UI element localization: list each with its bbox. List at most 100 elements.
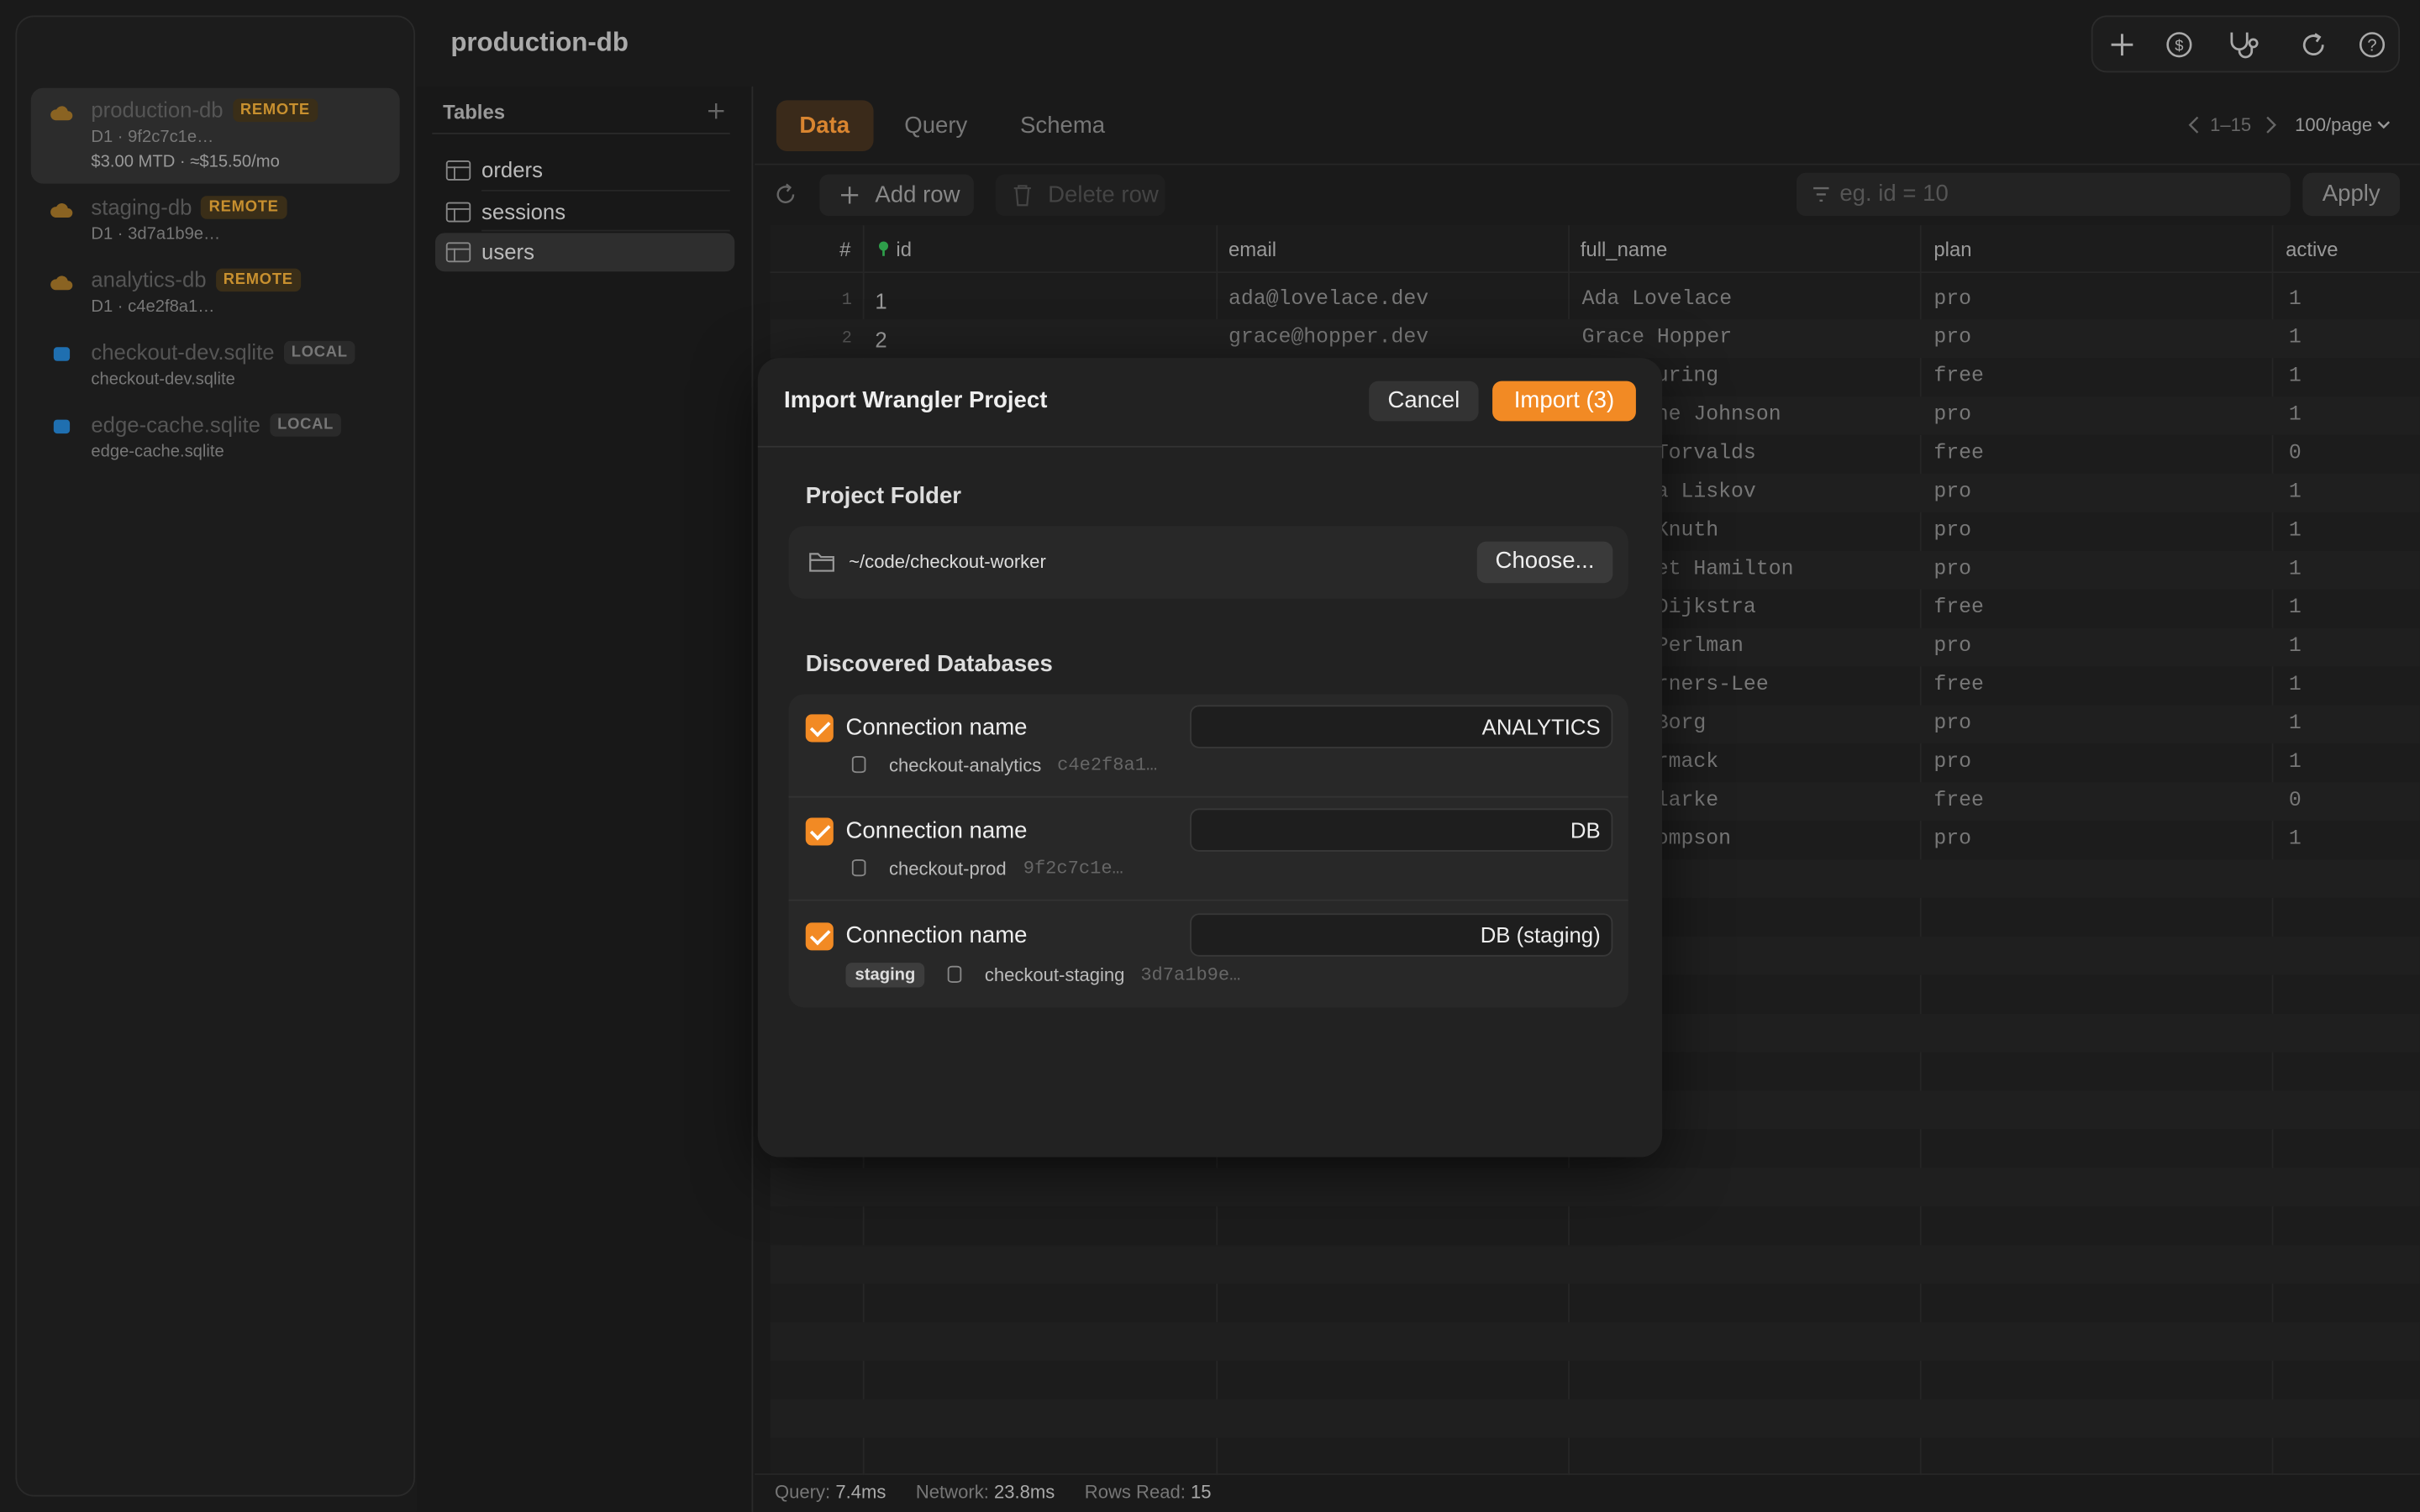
divider [757,445,1663,448]
per-page-label: 100/page [2295,113,2373,136]
remote-badge: REMOTE [215,268,301,292]
billing-icon[interactable]: $ [2165,31,2193,59]
connection-name-label: Connection name [845,922,1028,949]
delete-row-button[interactable]: Delete row [995,174,1165,217]
dialog-title: Import Wrangler Project [784,387,1048,414]
column-header-email[interactable]: email [1228,238,1276,261]
project-folder-row: ~/code/checkout-worker Choose... [788,526,1628,599]
status-bar: Query: 7.4ms Network: 23.8ms Rows Read: … [775,1481,1212,1503]
connection-name-input[interactable]: DB (staging) [1190,913,1613,957]
connection-name: production-db [91,97,224,123]
tab-data[interactable]: Data [776,100,873,151]
column-header-full-name[interactable]: full_name [1581,238,1668,261]
checkbox-db-staging[interactable] [805,922,834,951]
tab-schema[interactable]: Schema [997,100,1128,151]
tab-query[interactable]: Query [881,100,991,151]
table-cell: 1 [2288,828,2302,852]
table-cell: 1 [841,291,852,311]
table-cell: et Hamilton [1655,558,1794,582]
connection-detail: checkout-dev.sqlite [91,370,235,389]
refresh-icon[interactable] [773,182,797,207]
add-row-button[interactable]: Add row [819,174,974,217]
table-cell: 1 [2288,751,2302,775]
cancel-button[interactable]: Cancel [1369,381,1479,422]
connection-name: analytics-db [91,266,207,292]
connection-name-label: Connection name [845,817,1028,844]
table-cell: grace@hopper.dev [1228,327,1429,350]
divider [432,132,730,134]
connection-name-label: Connection name [845,714,1028,741]
table-label: orders [481,157,543,182]
table-item-orders[interactable]: orders [435,151,734,190]
connection-name-input[interactable]: DB [1190,808,1613,852]
table-cell: 0 [2288,443,2302,466]
column-header-id[interactable]: id [876,238,912,260]
local-badge: LOCAL [269,413,342,437]
table-cell: larke [1655,790,1719,813]
checkbox-db[interactable] [805,817,834,846]
apply-filter-button[interactable]: Apply [2302,172,2401,217]
column-header-active[interactable]: active [2286,238,2338,261]
local-badge: LOCAL [283,340,355,365]
connection-item-production-db[interactable]: production-db REMOTE D1 · 9f2c7c1e… $3.00… [30,87,400,184]
connection-name-input[interactable]: ANALYTICS [1190,705,1613,748]
table-cell: 1 [2288,481,2302,505]
table-cell: uring [1655,365,1719,389]
table-cell: free [1933,596,1984,621]
plus-icon[interactable] [2108,31,2136,59]
remote-badge: REMOTE [201,196,287,219]
key-icon [879,241,889,256]
column-header-index: # [839,237,851,261]
connection-item-checkout-dev[interactable]: checkout-dev.sqlite LOCAL checkout-dev.sq… [31,330,400,398]
cloud-icon [50,203,73,218]
table-cell: Knuth [1655,519,1719,543]
row-band [770,1168,2420,1207]
refresh-icon[interactable] [2300,31,2328,59]
choose-folder-button[interactable]: Choose... [1476,541,1613,584]
import-button[interactable]: Import (3) [1492,381,1636,422]
table-cell: 1 [2288,674,2302,698]
prev-page-icon[interactable] [2187,116,2202,134]
connection-item-staging-db[interactable]: staging-db REMOTE D1 · 3d7a1b9e… [31,185,400,253]
chevron-down-icon [2378,121,2391,129]
database-name: checkout-prod [888,858,1007,879]
connection-detail: D1 · 3d7a1b9e… [91,225,221,244]
stethoscope-icon[interactable] [2227,29,2264,60]
database-name: checkout-analytics [888,754,1042,776]
add-table-icon[interactable] [707,102,725,120]
table-cell: pro [1933,751,1972,775]
table-item-users[interactable]: users [434,233,735,272]
pagination-range: 1–15 [2210,113,2252,136]
table-icon [445,160,471,181]
table-cell: 0 [2288,790,2302,813]
table-cell: rners-Lee [1655,674,1769,698]
tables-pane: Tables orders sessions users [416,86,754,1512]
table-item-sessions[interactable]: sessions [435,193,734,232]
per-page-select[interactable]: 100/page [2295,114,2391,136]
connection-detail: D1 · c4e2f8a1… [91,297,215,317]
import-wrangler-dialog: Import Wrangler Project Cancel Import (3… [757,358,1663,1158]
connection-item-analytics-db[interactable]: analytics-db REMOTE D1 · c4e2f8a1… [31,258,400,326]
next-page-icon[interactable] [2263,116,2278,134]
table-cell: pro [1933,288,1972,312]
column-header-plan[interactable]: plan [1933,238,1971,261]
project-folder-heading: Project Folder [805,482,962,510]
status-rows-value: 15 [1191,1481,1212,1503]
filter-input[interactable]: eg. id = 10 [1796,172,2291,217]
table-cell: pro [1933,712,1972,737]
table-cell: pro [1933,558,1972,582]
connection-item-edge-cache[interactable]: edge-cache.sqlite LOCAL edge-cache.sqlite [31,402,400,470]
table-cell: 2 [841,330,852,349]
table-cell: free [1933,790,1984,813]
trash-icon [1013,185,1031,207]
tables-title: Tables [443,100,506,123]
table-label: users [481,239,534,265]
help-icon[interactable]: ? [2358,31,2386,59]
table-cell: pro [1933,519,1972,543]
checkbox-analytics[interactable] [805,714,834,743]
table-cell: Perlman [1655,635,1744,659]
database-name: checkout-staging [984,963,1125,986]
table-cell: 1 [2288,327,2302,350]
table-cell: ada@lovelace.dev [1228,288,1429,312]
database-icon [851,755,866,774]
